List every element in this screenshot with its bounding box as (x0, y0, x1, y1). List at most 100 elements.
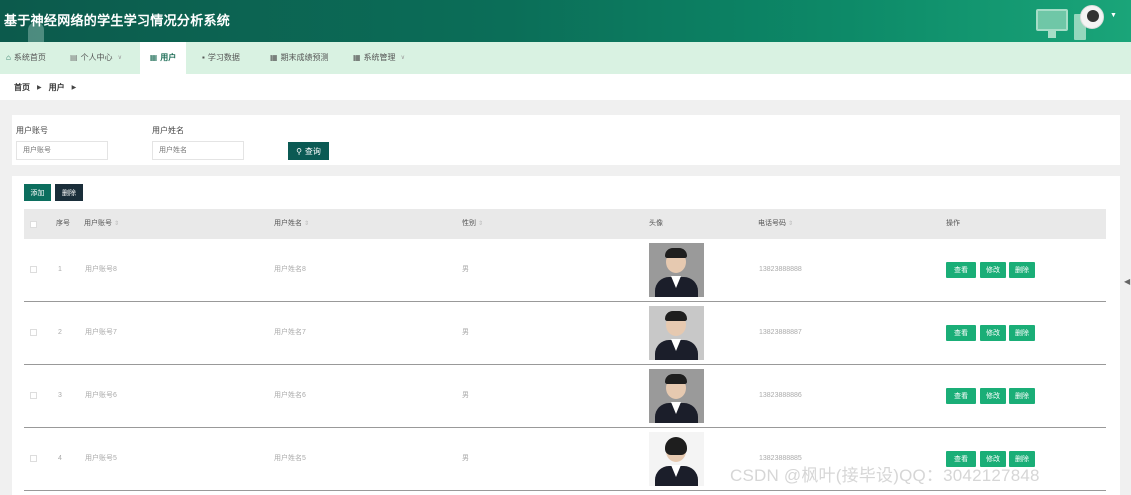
monitor-stand-decoration (1048, 31, 1056, 38)
user-avatar-icon[interactable] (1080, 5, 1104, 29)
name-label: 用户姓名 (152, 126, 184, 135)
search-button[interactable]: ⚲ 查询 (288, 142, 329, 160)
avatar-photo (649, 369, 704, 423)
top-nav: ⌂ 系统首页 ▤ 个人中心 ∨ ▦ 用户 ▪ 学习数据 ▦ 期末成绩预测 ▦ 系… (0, 42, 1131, 74)
row-checkbox[interactable] (30, 266, 37, 273)
table-header: 序号 用户账号 ⇕ 用户姓名 ⇕ 性别 ⇕ 头像 电话号码 ⇕ 操作 (24, 209, 1106, 239)
col-name-label: 用户姓名 (274, 220, 302, 227)
row-gender: 男 (462, 329, 469, 336)
search-button-label: 查询 (304, 146, 321, 156)
avatar-photo (649, 243, 704, 297)
nav-item-system-admin[interactable]: ▦ 系统管理 ∨ (347, 42, 411, 74)
row-gender: 男 (462, 392, 469, 399)
row-gender: 男 (462, 266, 469, 273)
row-account: 用户账号6 (85, 392, 117, 399)
nav-item-label: 系统首页 (13, 53, 46, 62)
sort-icon: ⇕ (304, 221, 310, 227)
app-title: 基于神经网络的学生学习情况分析系统 (4, 13, 231, 28)
select-all-checkbox[interactable] (30, 221, 37, 228)
chat-icon: ▪ (202, 53, 205, 62)
col-gender-label: 性别 (462, 220, 476, 227)
nav-item-users[interactable]: ▦ 用户 (140, 42, 186, 74)
nav-item-label: 期末成绩预测 (280, 53, 329, 62)
row-name: 用户姓名8 (274, 266, 306, 273)
col-ops: 操作 (946, 220, 960, 227)
avatar-photo (649, 432, 704, 486)
grid-icon: ▦ (353, 53, 361, 62)
nav-item-study-data[interactable]: ▪ 学习数据 (196, 42, 246, 74)
table-row: 2 用户账号7 用户姓名7 男 13823888887 查看 修改 删除 (24, 302, 1106, 365)
account-search-input[interactable] (16, 141, 108, 160)
col-account[interactable]: 用户账号 ⇕ (84, 209, 119, 239)
nav-item-profile[interactable]: ▤ 个人中心 ∨ (64, 42, 128, 74)
delete-button[interactable]: 删除 (1009, 388, 1035, 404)
breadcrumb-home[interactable]: 首页 (14, 82, 30, 93)
add-button[interactable]: 添加 (24, 184, 51, 201)
profile-icon: ▤ (70, 53, 78, 62)
monitor-illustration-icon (1036, 9, 1068, 31)
sort-icon: ⇕ (114, 221, 120, 227)
chevron-down-icon: ∨ (400, 55, 405, 61)
bulk-delete-button[interactable]: 删除 (55, 184, 83, 201)
col-name[interactable]: 用户姓名 ⇕ (274, 209, 309, 239)
row-index: 1 (58, 266, 62, 273)
chevron-right-icon: ▶ (71, 84, 77, 91)
nav-item-label: 学习数据 (207, 53, 240, 62)
table-panel: 添加 删除 序号 用户账号 ⇕ 用户姓名 ⇕ 性别 ⇕ 头像 电话号码 ⇕ 操作 1 用… (12, 176, 1120, 495)
nav-item-home[interactable]: ⌂ 系统首页 (0, 42, 52, 74)
edit-button[interactable]: 修改 (980, 262, 1006, 278)
row-phone: 13823888888 (759, 266, 802, 273)
sort-icon: ⇕ (788, 221, 794, 227)
chevron-down-icon[interactable]: ▼ (1110, 12, 1117, 19)
col-gender[interactable]: 性别 ⇕ (462, 209, 483, 239)
app-header: 基于神经网络的学生学习情况分析系统 ▼ (0, 0, 1131, 42)
row-checkbox[interactable] (30, 455, 37, 462)
col-phone[interactable]: 电话号码 ⇕ (758, 209, 793, 239)
row-phone: 13823888887 (759, 329, 802, 336)
sort-icon: ⇕ (478, 221, 484, 227)
home-icon: ⌂ (6, 53, 11, 62)
search-icon: ⚲ (296, 146, 302, 156)
col-avatar: 头像 (649, 220, 663, 227)
account-label: 用户账号 (16, 126, 48, 135)
row-name: 用户姓名5 (274, 455, 306, 462)
delete-button[interactable]: 删除 (1009, 262, 1035, 278)
view-button[interactable]: 查看 (946, 388, 976, 404)
edit-button[interactable]: 修改 (980, 388, 1006, 404)
row-index: 4 (58, 455, 62, 462)
row-gender: 男 (462, 455, 469, 462)
row-name: 用户姓名7 (274, 329, 306, 336)
row-index: 2 (58, 329, 62, 336)
avatar-photo (649, 306, 704, 360)
row-account: 用户账号7 (85, 329, 117, 336)
breadcrumb: 首页 ▶ 用户 ▶ (0, 74, 1131, 100)
row-account: 用户账号5 (85, 455, 117, 462)
row-account: 用户账号8 (85, 266, 117, 273)
row-phone: 13823888886 (759, 392, 802, 399)
edit-button[interactable]: 修改 (980, 325, 1006, 341)
view-button[interactable]: 查看 (946, 325, 976, 341)
row-checkbox[interactable] (30, 329, 37, 336)
delete-button[interactable]: 删除 (1009, 325, 1035, 341)
grid-icon: ▦ (149, 53, 158, 62)
col-phone-label: 电话号码 (758, 220, 786, 227)
grid-icon: ▦ (270, 53, 278, 62)
nav-item-grade-prediction[interactable]: ▦ 期末成绩预测 (264, 42, 335, 74)
nav-item-label: 系统管理 (363, 53, 396, 62)
table-row: 1 用户账号8 用户姓名8 男 13823888888 查看 修改 删除 (24, 239, 1106, 302)
chevron-left-icon[interactable]: ◀ (1124, 277, 1130, 286)
row-checkbox[interactable] (30, 392, 37, 399)
search-panel: 用户账号 用户姓名 ⚲ 查询 (12, 115, 1120, 165)
watermark-text: CSDN @枫叶(接毕设)QQ：3042127848 (730, 466, 1040, 485)
col-account-label: 用户账号 (84, 220, 112, 227)
nav-item-label: 个人中心 (80, 53, 113, 62)
row-index: 3 (58, 392, 62, 399)
breadcrumb-current: 用户 (48, 82, 65, 92)
name-search-input[interactable] (152, 141, 244, 160)
view-button[interactable]: 查看 (946, 262, 976, 278)
col-index: 序号 (56, 220, 70, 227)
nav-item-label: 用户 (160, 53, 177, 62)
row-name: 用户姓名6 (274, 392, 306, 399)
chevron-down-icon: ∨ (117, 55, 122, 61)
table-row: 3 用户账号6 用户姓名6 男 13823888886 查看 修改 删除 (24, 365, 1106, 428)
